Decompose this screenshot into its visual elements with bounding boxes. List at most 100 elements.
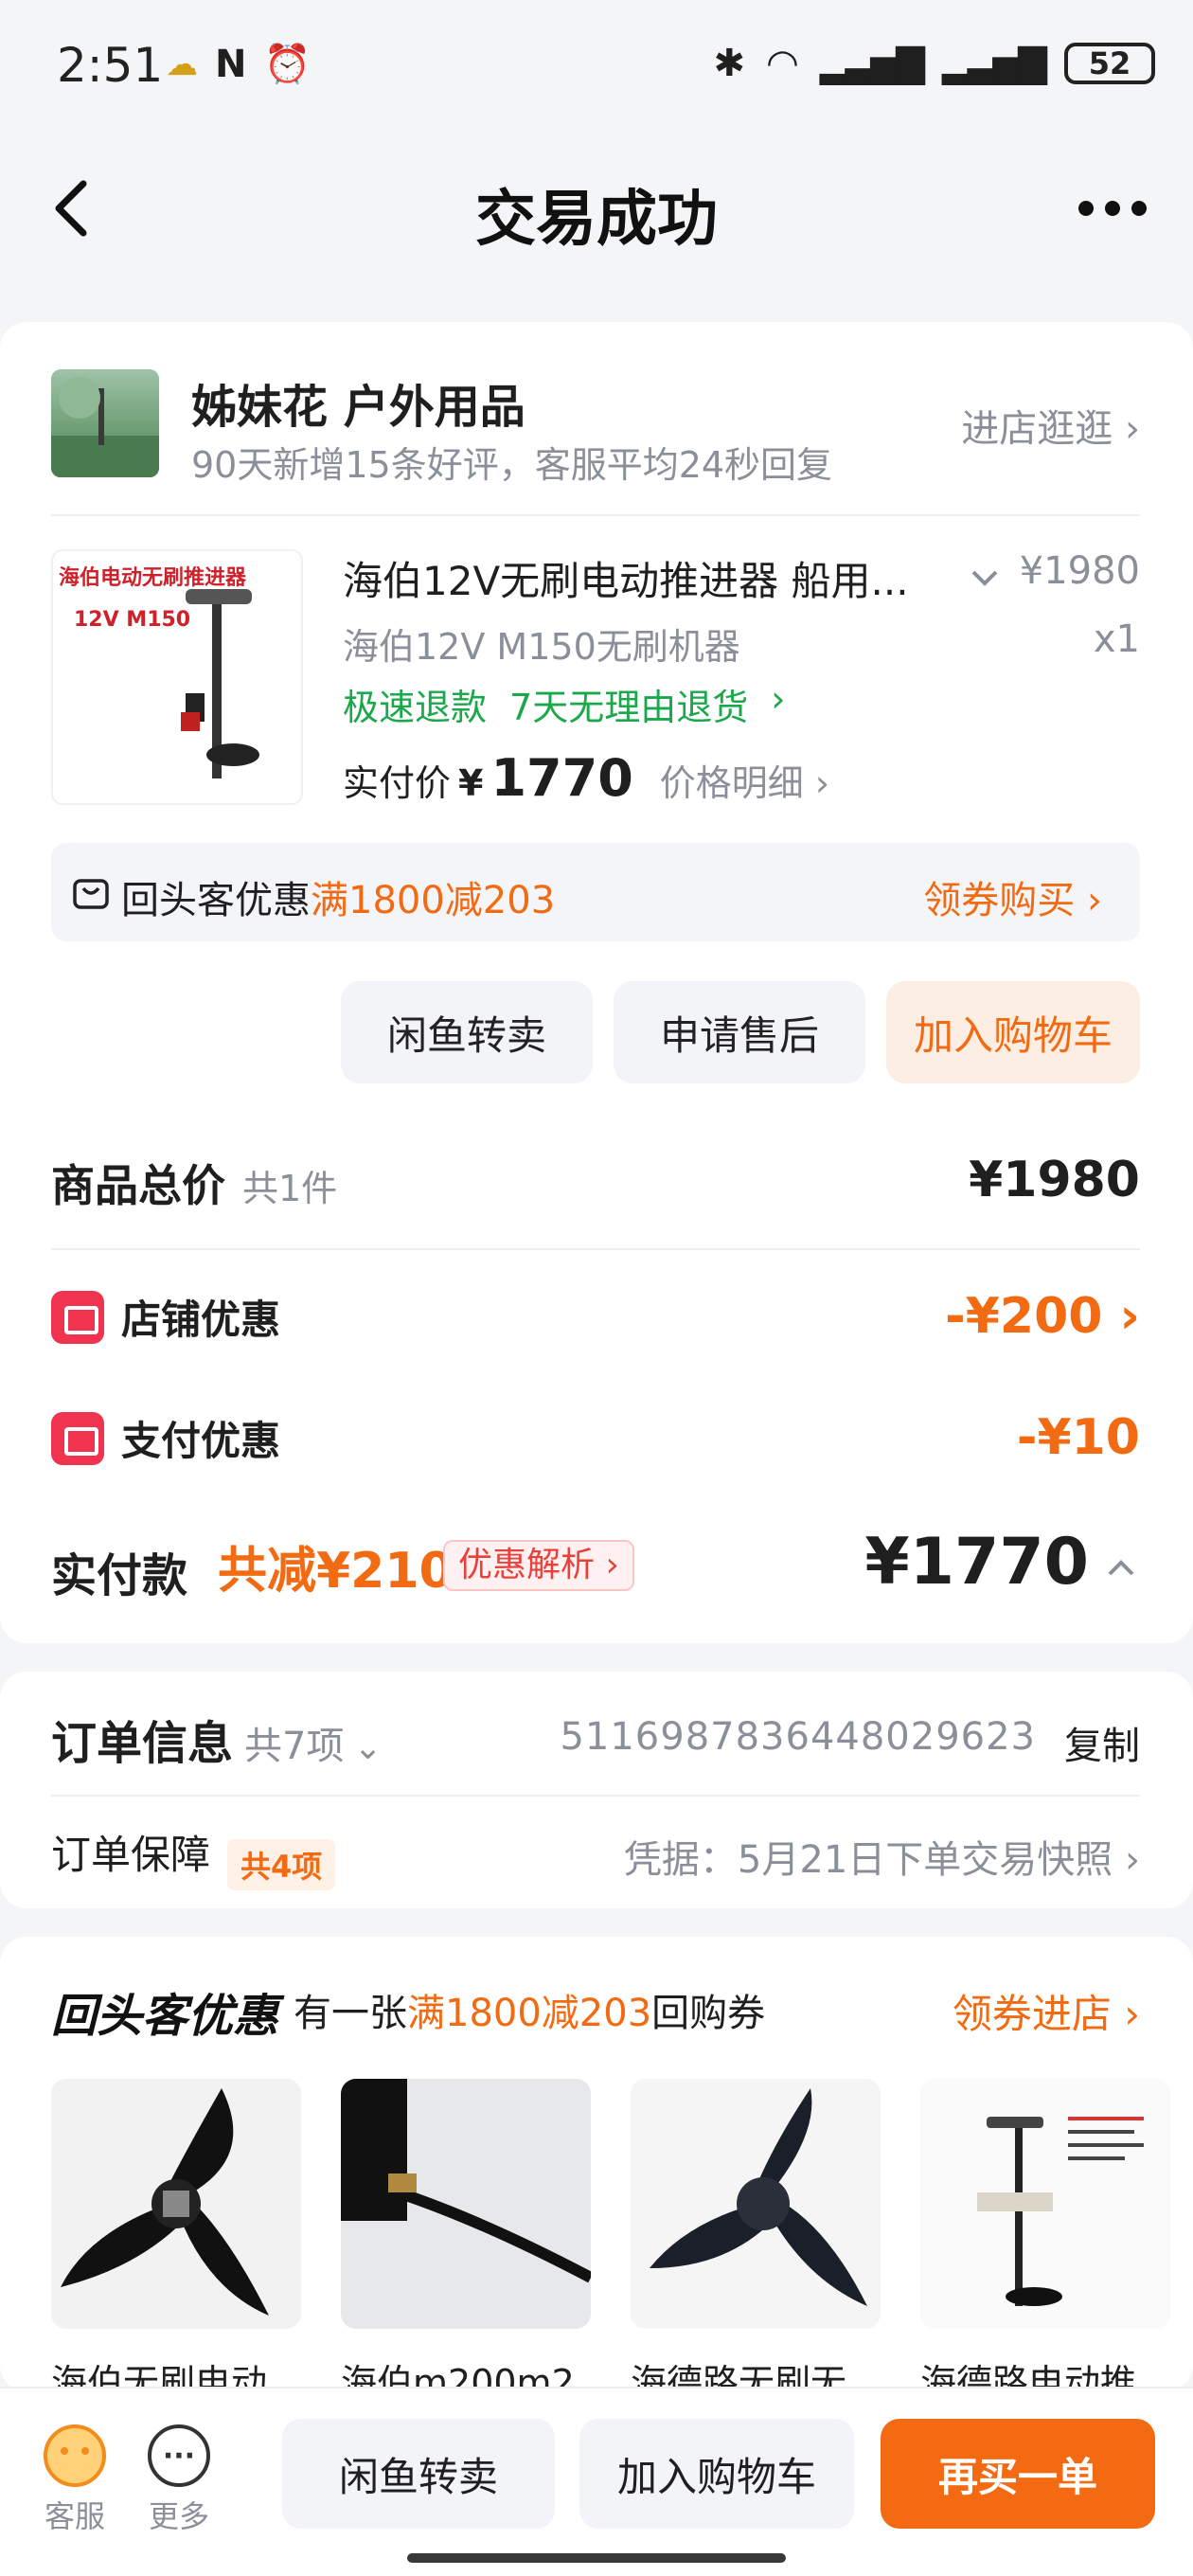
status-left-icons: ☁ N ⏰: [166, 42, 312, 87]
recommend-card: 回头客优惠 有一张满1800减203回购券 领券进店 › 海伯无刷电动 海伯m2…: [0, 1937, 1193, 2404]
shop-avatar[interactable]: [51, 369, 159, 477]
after-sale-button[interactable]: 申请售后: [614, 981, 865, 1083]
product-spec: 海伯12V M150无刷机器: [343, 626, 740, 668]
transaction-snapshot-link[interactable]: 凭据：5月21日下单交易快照 ›: [624, 1829, 1140, 1884]
add-to-cart-button[interactable]: 加入购物车: [886, 981, 1140, 1083]
shop-discount-label: 店铺优惠: [121, 1297, 281, 1343]
recommend-desc: 有一张满1800减203回购券: [294, 1982, 765, 2037]
actual-payment-value: ¥1770: [864, 1525, 1089, 1600]
divider: [51, 1248, 1140, 1250]
divider: [51, 514, 1140, 516]
shop-subtitle: 90天新增15条好评，客服平均24秒回复: [191, 444, 833, 486]
price-detail-label: 价格明细: [659, 762, 804, 804]
recommend-header: 回头客优惠 有一张满1800减203回购券 领券进店 ›: [51, 1975, 1140, 2043]
shop-name: 姊妹花 户外用品: [191, 381, 525, 434]
order-number: 5116987836448029623: [560, 1715, 1036, 1759]
payment-discount-row: 支付优惠 -¥10: [51, 1409, 1140, 1485]
payment-discount-value: -¥10: [1016, 1409, 1140, 1466]
signal-icon: ▂▃▅▇: [819, 42, 925, 85]
enter-shop-label: 进店逛逛: [961, 407, 1113, 451]
customer-service-button[interactable]: 客服: [32, 2424, 117, 2536]
shop-discount-value: -¥200 ›: [945, 1288, 1140, 1345]
order-info-title: 订单信息: [51, 1717, 234, 1770]
coupon-highlight: 满1800减203: [311, 879, 556, 922]
bottom-resell-button[interactable]: 闲鱼转卖: [282, 2419, 555, 2529]
buy-again-button[interactable]: 再买一单: [881, 2419, 1155, 2529]
recommend-logo: 回头客优惠: [51, 1990, 279, 2043]
discount-analysis-button[interactable]: 优惠解析 ›: [443, 1540, 634, 1591]
shop-discount-row[interactable]: 店铺优惠 -¥200 ›: [51, 1288, 1140, 1364]
more-button[interactable]: ··· 更多: [136, 2424, 222, 2536]
chevron-up-icon[interactable]: [1102, 1549, 1140, 1587]
product-price: ¥1980: [1019, 549, 1140, 593]
chevron-down-icon[interactable]: [966, 559, 1004, 597]
total-price-row: 商品总价 共1件 ¥1980: [51, 1152, 1140, 1227]
shop-discount-icon: [51, 1290, 104, 1344]
total-price-label: 商品总价: [51, 1160, 225, 1211]
guarantee-count-badge: 共4项: [227, 1838, 336, 1890]
shop-row[interactable]: 姊妹花 户外用品 90天新增15条好评，客服平均24秒回复 进店逛逛 ›: [51, 369, 1140, 492]
recommend-item[interactable]: 海伯无刷电动: [51, 2079, 301, 2406]
nav-bar: 交易成功: [0, 133, 1193, 284]
customer-service-label: 客服: [44, 2498, 105, 2534]
alarm-icon: ⏰: [263, 43, 312, 86]
bottom-action-bar: 客服 ··· 更多 闲鱼转卖 加入购物车 再买一单: [0, 2387, 1193, 2576]
weather-icon: ☁: [166, 45, 198, 83]
chevron-right-icon: ›: [1125, 407, 1140, 451]
nfc-icon: N: [215, 42, 247, 86]
page-title: 交易成功: [475, 185, 718, 255]
shop-discount-amount: -¥200: [945, 1288, 1103, 1345]
order-info-card: 订单信息 共7项 ⌄ 5116987836448029623 复制 订单保障 共4项 …: [0, 1672, 1193, 1908]
service-tag: 7天无理由退货: [509, 687, 749, 728]
payment-discount-label: 支付优惠: [121, 1418, 281, 1464]
paid-price-label: 实付价: [343, 762, 452, 804]
product-title[interactable]: 海伯12V无刷电动推进器 船用...: [343, 549, 930, 607]
service-tags[interactable]: 极速退款 7天无理由退货 ›: [343, 678, 785, 730]
payment-discount-icon: [51, 1411, 104, 1465]
paid-price-value: 1770: [490, 748, 633, 808]
bluetooth-icon: ✱: [713, 42, 745, 85]
recommend-item-image[interactable]: [341, 2079, 591, 2329]
total-item-count: 共1件: [242, 1168, 338, 1209]
total-price-value: ¥1980: [969, 1152, 1140, 1208]
recommend-item[interactable]: 海德路电动推: [920, 2079, 1170, 2406]
price-detail-link[interactable]: 价格明细 ›: [660, 754, 829, 806]
status-bar: 2:51 ☁ N ⏰ ✱ ◠ ▂▃▅▇ ▂▃▅▇ 52: [0, 0, 1193, 133]
status-right-icons: ✱ ◠ ▂▃▅▇ ▂▃▅▇ 52: [713, 42, 1155, 85]
get-coupon-enter-shop-button[interactable]: 领券进店 ›: [953, 1982, 1140, 2040]
more-options-icon[interactable]: [1070, 180, 1155, 237]
actual-payment-row: 实付款 共减¥210 优惠解析 › ¥1770: [51, 1525, 1140, 1610]
resell-button[interactable]: 闲鱼转卖: [341, 981, 593, 1083]
order-info-row[interactable]: 订单信息 共7项 ⌄ 5116987836448029623 复制: [51, 1706, 1140, 1781]
product-image[interactable]: 海伯电动无刷推进器 12V M150: [51, 549, 303, 805]
get-coupon-buy-button[interactable]: 领券购买 ›: [923, 869, 1102, 924]
recommend-item-image[interactable]: [51, 2079, 301, 2329]
total-saved: 共减¥210: [218, 1543, 454, 1600]
order-guarantee-row[interactable]: 订单保障 共4项 凭据：5月21日下单交易快照 ›: [51, 1823, 1140, 1890]
recommend-item-image[interactable]: [920, 2079, 1170, 2329]
more-icon: ···: [148, 2424, 210, 2487]
recommend-desc-highlight: 满1800减203: [407, 1992, 652, 2035]
coupon-prefix: 回头客优惠: [121, 879, 311, 922]
signal-icon-2: ▂▃▅▇: [941, 42, 1047, 85]
recommend-item[interactable]: 海德路无刷无: [631, 2079, 881, 2406]
order-info-count: 共7项: [244, 1725, 345, 1768]
more-label: 更多: [148, 2498, 209, 2534]
recommend-item[interactable]: 海伯m200m2: [341, 2079, 591, 2406]
recommend-desc-suffix: 回购券: [651, 1992, 766, 2035]
shopping-bag-icon: [73, 879, 109, 909]
copy-order-number-button[interactable]: 复制: [1064, 1715, 1140, 1770]
enter-shop-link[interactable]: 进店逛逛 ›: [961, 398, 1140, 453]
repeat-customer-coupon[interactable]: 回头客优惠满1800减203 领券购买 ›: [51, 843, 1140, 941]
customer-service-icon: [44, 2424, 106, 2487]
product-paid-price: 实付价 ¥1770 价格明细 ›: [343, 748, 829, 808]
battery-icon: 52: [1064, 43, 1155, 84]
chevron-down-icon: ⌄: [353, 1728, 383, 1767]
wifi-icon: ◠: [766, 42, 799, 85]
status-time: 2:51: [57, 38, 164, 93]
home-indicator: [407, 2553, 786, 2563]
bottom-add-to-cart-button[interactable]: 加入购物车: [579, 2419, 854, 2529]
recommend-item-image[interactable]: [631, 2079, 881, 2329]
discount-analysis-label: 优惠解析: [458, 1546, 596, 1584]
coupon-text: 回头客优惠满1800减203: [121, 869, 555, 924]
